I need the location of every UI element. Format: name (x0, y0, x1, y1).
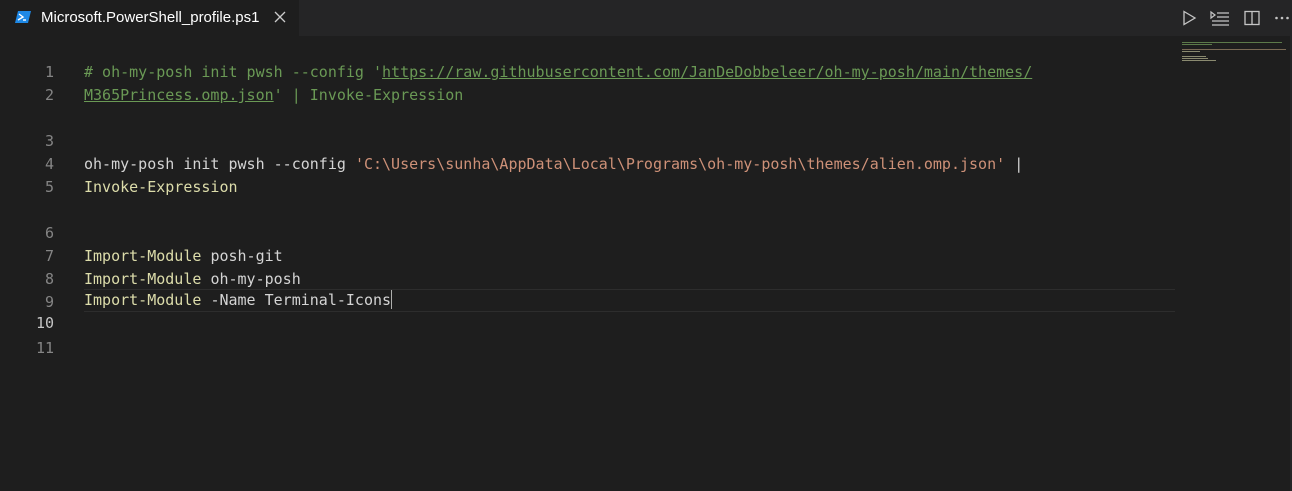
string-token: 'C:\Users\sunha\AppData\Local\Programs\o… (354, 155, 1006, 173)
comment-text: # oh-my-posh init pwsh --config ' (84, 63, 383, 81)
tab-profile-file[interactable]: Microsoft.PowerShell_profile.ps1 (0, 0, 299, 36)
command-token: oh-my-posh (84, 155, 175, 173)
code-line[interactable]: 2 # oh-my-posh init pwsh --config 'https… (0, 61, 1032, 104)
url-link[interactable]: https://raw.githubusercontent.com/JanDeD… (382, 63, 1032, 81)
code-line[interactable]: 6 (0, 199, 54, 242)
command-token: Invoke-Expression (84, 178, 238, 196)
code-line[interactable]: 1 (0, 38, 54, 81)
code-line[interactable]: 7 (0, 222, 54, 265)
args-token: posh-git (210, 247, 283, 265)
command-token: Import-Module (84, 270, 202, 288)
command-token: Import-Module (84, 291, 202, 309)
code-line[interactable]: 3 (0, 107, 54, 150)
code-line-active[interactable]: 10 Import-Module -Name Terminal-Icons (0, 289, 393, 332)
close-icon[interactable] (272, 9, 288, 25)
code-line[interactable]: 4 (0, 130, 54, 173)
run-icon[interactable] (1179, 8, 1199, 28)
text-cursor (391, 290, 393, 309)
run-selection-icon[interactable] (1210, 8, 1230, 28)
code-line[interactable]: 8 Import-Module posh-git (0, 245, 283, 288)
code-line[interactable]: 9 Import-Module oh-my-posh (0, 268, 301, 311)
split-editor-icon[interactable] (1242, 8, 1262, 28)
minimap[interactable] (1180, 40, 1290, 80)
powershell-icon (15, 11, 31, 23)
code-line[interactable]: 5 oh-my-posh init pwsh --config 'C:\User… (0, 153, 1023, 196)
url-link-continued[interactable]: M365Princess.omp.json (84, 86, 274, 104)
editor-window: Microsoft.PowerShell_profile.ps1 1 2 # o… (0, 0, 1292, 491)
tab-bar: Microsoft.PowerShell_profile.ps1 (0, 0, 1292, 36)
line-number: 11 (35, 339, 54, 357)
args-token: -Name Terminal-Icons (210, 291, 392, 309)
code-line-wrap[interactable]: Invoke-Expression (0, 176, 238, 199)
more-actions-icon[interactable] (1272, 8, 1292, 28)
comment-text-continued: ' | Invoke-Expression (273, 86, 464, 104)
code-line[interactable]: 11 (0, 314, 54, 357)
code-editor[interactable]: 1 2 # oh-my-posh init pwsh --config 'htt… (0, 36, 1292, 491)
args-token: init pwsh --config (183, 155, 346, 173)
command-token: Import-Module (84, 247, 202, 265)
code-line-wrap[interactable]: M365Princess.omp.json' | Invoke-Expressi… (0, 84, 463, 107)
args-token: oh-my-posh (210, 270, 301, 288)
pipe-token: | (1014, 155, 1024, 173)
tab-title: Microsoft.PowerShell_profile.ps1 (41, 9, 260, 26)
